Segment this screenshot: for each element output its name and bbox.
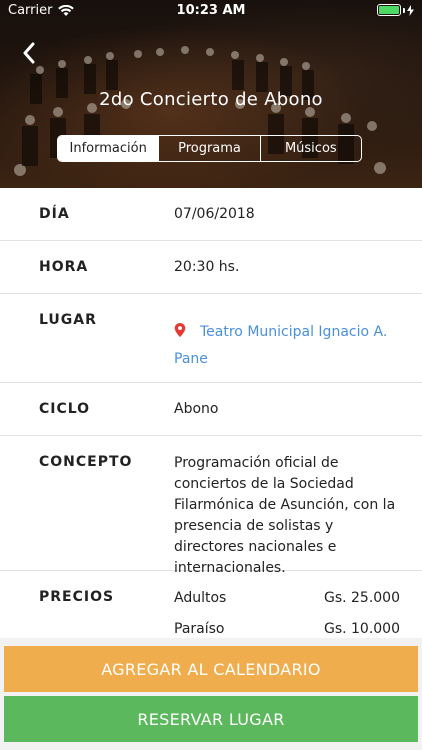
tab-informacion[interactable]: Información (58, 136, 159, 161)
info-label-lugar: LUGAR (39, 312, 97, 328)
event-header: Carrier 10:23 AM 2do Concierto de Abono … (0, 0, 422, 188)
reserve-seat-button[interactable]: RESERVAR LUGAR (4, 696, 418, 742)
info-row-dia: DÍA 07/06/2018 (0, 188, 422, 241)
info-row-ciclo: CICLO Abono (0, 383, 422, 436)
battery-icon (377, 4, 414, 16)
tab-musicos[interactable]: Músicos (259, 136, 361, 161)
tab-bar: Información Programa Músicos (57, 135, 362, 162)
info-row-lugar: LUGAR Teatro Municipal Ignacio A. Pane (0, 294, 422, 383)
info-value-ciclo: Abono (174, 400, 219, 417)
event-title: 2do Concierto de Abono (99, 89, 323, 110)
price-amount: Gs. 25.000 (323, 590, 400, 606)
price-list: Adultos Gs. 25.000 Paraíso Gs. 10.000 (174, 571, 422, 641)
chevron-left-icon (23, 42, 35, 64)
tab-programa[interactable]: Programa (158, 136, 259, 161)
map-pin-icon (174, 323, 186, 337)
charging-bolt-icon (407, 4, 414, 16)
add-to-calendar-button[interactable]: AGREGAR AL CALENDARIO (4, 646, 418, 692)
info-label-concepto: CONCEPTO (39, 454, 133, 470)
info-value-dia: 07/06/2018 (174, 205, 255, 222)
price-name: Adultos (174, 590, 227, 606)
info-label-precios: PRECIOS (39, 589, 115, 605)
venue-link[interactable]: Teatro Municipal Ignacio A. Pane (174, 294, 422, 382)
event-info-list: DÍA 07/06/2018 HORA 20:30 hs. LUGAR Teat… (0, 188, 422, 641)
info-value-concepto: Programación oficial de conciertos de la… (174, 455, 396, 576)
status-time: 10:23 AM (176, 3, 246, 18)
battery-level (379, 6, 399, 14)
info-value-hora: 20:30 hs. (174, 258, 240, 275)
back-button[interactable] (14, 38, 44, 68)
info-row-precios: PRECIOS Adultos Gs. 25.000 Paraíso Gs. 1… (0, 571, 422, 641)
info-row-hora: HORA 20:30 hs. (0, 241, 422, 294)
info-label-hora: HORA (39, 259, 89, 275)
price-item: Adultos Gs. 25.000 (174, 588, 400, 619)
venue-name: Teatro Municipal Ignacio A. Pane (174, 324, 388, 367)
status-bar: Carrier 10:23 AM (0, 0, 422, 22)
info-label-dia: DÍA (39, 206, 70, 222)
info-row-concepto: CONCEPTO Programación oficial de concier… (0, 436, 422, 576)
info-label-ciclo: CICLO (39, 401, 91, 417)
